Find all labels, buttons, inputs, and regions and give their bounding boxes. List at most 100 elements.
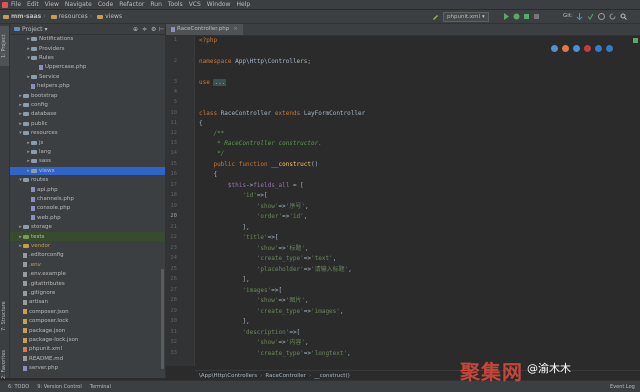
tree-item[interactable]: .env.example bbox=[10, 270, 165, 279]
menu-window[interactable]: Window bbox=[207, 0, 231, 9]
tree-item[interactable]: artisan bbox=[10, 298, 165, 307]
menu-edit[interactable]: Edit bbox=[27, 0, 39, 9]
php-file-icon bbox=[31, 215, 35, 221]
tree-item[interactable]: .env bbox=[10, 261, 165, 270]
editor-tab-racecontroller[interactable]: RaceController.php × bbox=[166, 24, 243, 35]
vcs-revert-icon[interactable] bbox=[609, 13, 616, 20]
coverage-icon[interactable] bbox=[523, 13, 530, 20]
tree-item[interactable]: composer.lock bbox=[10, 317, 165, 326]
tree-item[interactable]: ▸ js bbox=[10, 138, 165, 147]
editor-error-stripe[interactable] bbox=[632, 36, 639, 366]
event-log-button[interactable]: Event Log bbox=[610, 384, 635, 390]
tree-item[interactable]: ▸ Notifications bbox=[10, 35, 165, 44]
globe-icon[interactable]: ⊕ bbox=[133, 26, 138, 33]
tree-item-label: package.json bbox=[29, 327, 66, 334]
tree-item[interactable]: api.php bbox=[10, 185, 165, 194]
menu-refactor[interactable]: Refactor bbox=[119, 0, 144, 9]
tree-item[interactable]: ▾ Rules bbox=[10, 54, 165, 63]
tree-item[interactable]: ▾ routes bbox=[10, 176, 165, 185]
line-number: 23 bbox=[170, 245, 177, 251]
menu-file[interactable]: File bbox=[11, 0, 21, 9]
tree-item[interactable]: package-lock.json bbox=[10, 336, 165, 345]
opera-icon[interactable] bbox=[584, 45, 591, 52]
menu-run[interactable]: Run bbox=[150, 0, 162, 9]
stop-icon[interactable] bbox=[533, 13, 540, 20]
tree-item[interactable]: README.md bbox=[10, 355, 165, 364]
vcs-history-icon[interactable] bbox=[598, 13, 605, 20]
tree-item[interactable]: ▸ public bbox=[10, 120, 165, 129]
tree-item[interactable]: .editorconfig bbox=[10, 251, 165, 260]
tree-item[interactable]: phpunit.xml bbox=[10, 345, 165, 354]
menu-help[interactable]: Help bbox=[236, 0, 250, 9]
folder-icon bbox=[97, 14, 104, 19]
tree-item[interactable]: ▸ Service bbox=[10, 73, 165, 82]
chrome-icon[interactable] bbox=[551, 45, 558, 52]
nav-crumb-project[interactable]: mm-saas bbox=[3, 13, 41, 20]
breadcrumb-namespace[interactable]: \App\Http\Controllers bbox=[199, 373, 257, 379]
tree-item-label: Providers bbox=[39, 45, 65, 52]
inspection-ok-icon[interactable] bbox=[633, 38, 638, 43]
code-editor[interactable]: <?php namespace App\Http\Controllers; us… bbox=[195, 36, 640, 366]
tree-item[interactable]: console.php bbox=[10, 204, 165, 213]
safari-icon[interactable] bbox=[573, 45, 580, 52]
menu-view[interactable]: View bbox=[45, 0, 59, 9]
menu-vcs[interactable]: VCS bbox=[189, 0, 201, 9]
tree-item[interactable]: ▸ views bbox=[10, 166, 165, 176]
terminal-tool-button[interactable]: Terminal bbox=[90, 384, 111, 390]
tree-item[interactable]: ▸ lang bbox=[10, 148, 165, 157]
search-everywhere-icon[interactable] bbox=[620, 13, 627, 20]
version-control-tool-button[interactable]: 9: Version Control bbox=[37, 384, 82, 390]
code-line: { bbox=[213, 171, 218, 178]
gear-icon[interactable]: ⚙ bbox=[151, 26, 156, 33]
tree-item[interactable]: .gitattributes bbox=[10, 279, 165, 288]
tree-item[interactable]: ▸ config bbox=[10, 101, 165, 110]
menu-navigate[interactable]: Navigate bbox=[65, 0, 92, 9]
run-icon[interactable] bbox=[503, 13, 510, 20]
tree-item[interactable]: helpers.php bbox=[10, 82, 165, 91]
tree-item[interactable]: package.json bbox=[10, 326, 165, 335]
tree-item-label: .gitattributes bbox=[29, 280, 65, 287]
tree-item-label: js bbox=[39, 139, 44, 146]
tree-item[interactable]: ▸ database bbox=[10, 110, 165, 119]
breadcrumb-method[interactable]: __construct() bbox=[314, 373, 350, 379]
nav-crumb-views[interactable]: views bbox=[97, 13, 122, 20]
tool-tab-favorites[interactable]: 2: Favorites bbox=[0, 344, 9, 384]
code-line: 'images'=>[ bbox=[242, 287, 283, 294]
line-number: 14 bbox=[170, 150, 177, 156]
tree-item[interactable]: ▸ sass bbox=[10, 157, 165, 166]
firefox-icon[interactable] bbox=[562, 45, 569, 52]
text-file-icon bbox=[23, 271, 27, 277]
build-icon[interactable] bbox=[432, 13, 439, 20]
tree-item[interactable]: channels.php bbox=[10, 195, 165, 204]
tree-item[interactable]: Uppercase.php bbox=[10, 63, 165, 72]
tree-item[interactable]: ▸ tests bbox=[10, 232, 165, 241]
ie-icon[interactable] bbox=[595, 45, 602, 52]
vcs-update-icon[interactable] bbox=[576, 13, 583, 21]
project-panel-title[interactable]: Project bbox=[22, 26, 43, 33]
close-icon[interactable]: × bbox=[233, 24, 238, 35]
collapse-icon[interactable]: ≑ bbox=[142, 26, 147, 33]
vcs-commit-icon[interactable] bbox=[587, 13, 594, 20]
menu-tools[interactable]: Tools bbox=[168, 0, 183, 9]
tree-item[interactable]: composer.json bbox=[10, 308, 165, 317]
tree-item[interactable]: .gitignore bbox=[10, 289, 165, 298]
tree-scrollbar[interactable] bbox=[161, 269, 164, 369]
run-configuration-select[interactable]: phpunit.xml ▾ bbox=[443, 12, 489, 22]
tree-item[interactable]: ▸ bootstrap bbox=[10, 91, 165, 100]
debug-icon[interactable] bbox=[513, 13, 520, 20]
tree-item[interactable]: web.php bbox=[10, 214, 165, 223]
menu-code[interactable]: Code bbox=[98, 0, 113, 9]
tree-item[interactable]: ▾ resources bbox=[10, 129, 165, 138]
chevron-down-icon[interactable]: ▾ bbox=[45, 26, 48, 33]
breadcrumb-class[interactable]: RaceController bbox=[265, 373, 306, 379]
todo-tool-button[interactable]: 6: TODO bbox=[8, 384, 29, 390]
nav-crumb-resources[interactable]: resources bbox=[50, 13, 88, 20]
hide-icon[interactable]: ⊢ bbox=[159, 26, 164, 33]
tree-item[interactable]: ▸ vendor bbox=[10, 242, 165, 251]
tool-tab-project[interactable]: 1: Project bbox=[0, 26, 9, 66]
tree-item[interactable]: server.php bbox=[10, 364, 165, 373]
tool-tab-structure[interactable]: 7: Structure bbox=[0, 294, 9, 338]
edge-icon[interactable] bbox=[606, 45, 613, 52]
tree-item[interactable]: ▸ storage bbox=[10, 223, 165, 232]
tree-item[interactable]: ▸ Providers bbox=[10, 44, 165, 53]
